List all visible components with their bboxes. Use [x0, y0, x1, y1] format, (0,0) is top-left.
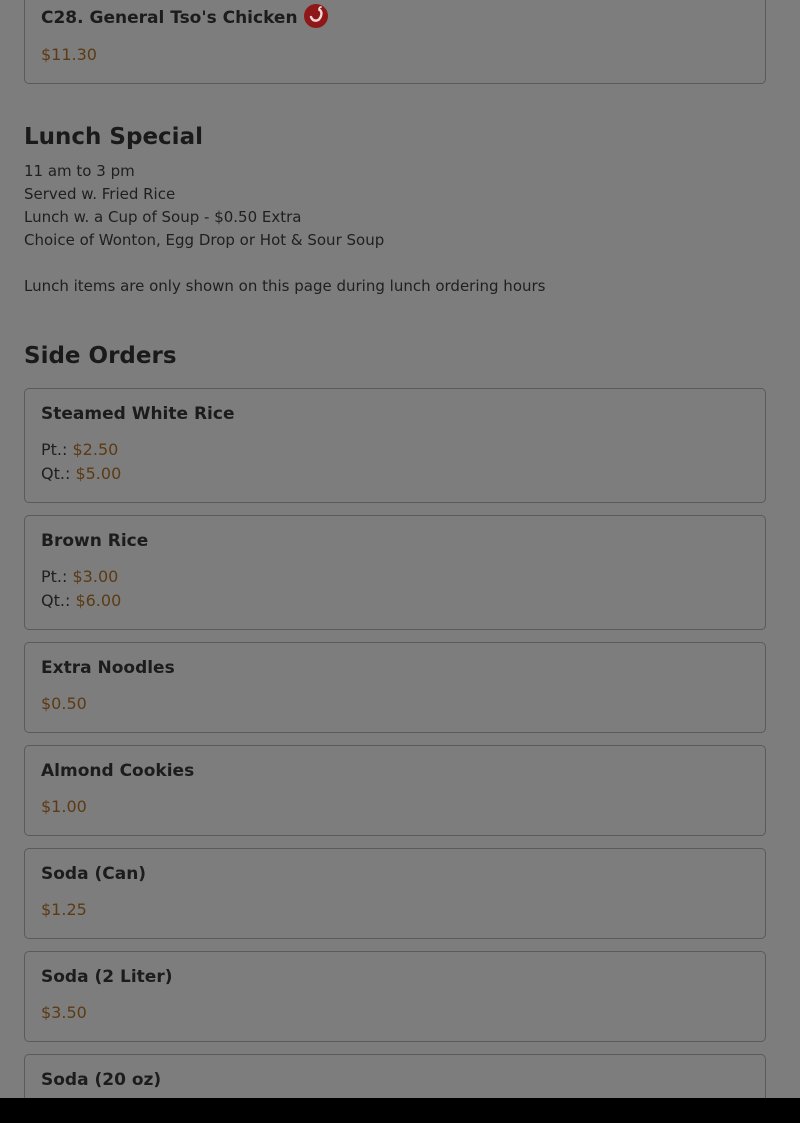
bottom-bar — [0, 1098, 800, 1123]
item-name: Soda (2 Liter) — [41, 967, 173, 987]
item-price: $1.00 — [41, 797, 87, 816]
item-price-quart: Qt.: $6.00 — [41, 591, 122, 610]
item-price-pint: Pt.: $2.50 — [41, 440, 119, 459]
menu-item-card[interactable]: Steamed White Rice Pt.: $2.50 Qt.: $5.00 — [24, 388, 766, 503]
item-name: Steamed White Rice — [41, 404, 235, 424]
item-name: Soda (20 oz) — [41, 1070, 162, 1090]
item-name: C28. General Tso's Chicken — [41, 8, 298, 28]
section-title-lunch-special: Lunch Special — [24, 124, 203, 150]
item-name: Extra Noodles — [41, 658, 175, 678]
spicy-pepper-icon — [303, 4, 328, 28]
item-price-pint: Pt.: $3.00 — [41, 567, 119, 586]
item-name-row: C28. General Tso's Chicken — [41, 4, 328, 30]
lunch-info-line: Lunch w. a Cup of Soup - $0.50 Extra — [24, 208, 302, 226]
menu-item-card[interactable]: Extra Noodles $0.50 — [24, 642, 766, 733]
menu-item-card[interactable]: Soda (Can) $1.25 — [24, 848, 766, 939]
menu-item-card[interactable]: Almond Cookies $1.00 — [24, 745, 766, 836]
menu-item-card[interactable]: Brown Rice Pt.: $3.00 Qt.: $6.00 — [24, 515, 766, 630]
item-name: Almond Cookies — [41, 761, 195, 781]
item-price: $0.50 — [41, 694, 87, 713]
menu-item-card[interactable]: Soda (2 Liter) $3.50 — [24, 951, 766, 1042]
lunch-info-line: 11 am to 3 pm — [24, 162, 135, 180]
item-price-quart: Qt.: $5.00 — [41, 464, 122, 483]
section-title-side-orders: Side Orders — [24, 343, 177, 369]
menu-item-card[interactable]: Soda (20 oz) — [24, 1054, 766, 1098]
item-name: Brown Rice — [41, 531, 149, 551]
lunch-hours-note: Lunch items are only shown on this page … — [24, 277, 546, 295]
lunch-info-line: Choice of Wonton, Egg Drop or Hot & Sour… — [24, 231, 385, 249]
item-price: $1.25 — [41, 900, 87, 919]
menu-content: C28. General Tso's Chicken $11.30 Lunch … — [0, 0, 800, 1098]
item-price: $11.30 — [41, 45, 97, 64]
item-name: Soda (Can) — [41, 864, 147, 884]
lunch-info-line: Served w. Fried Rice — [24, 185, 176, 203]
item-price: $3.50 — [41, 1003, 87, 1022]
menu-item-card[interactable]: C28. General Tso's Chicken $11.30 — [24, 0, 766, 84]
